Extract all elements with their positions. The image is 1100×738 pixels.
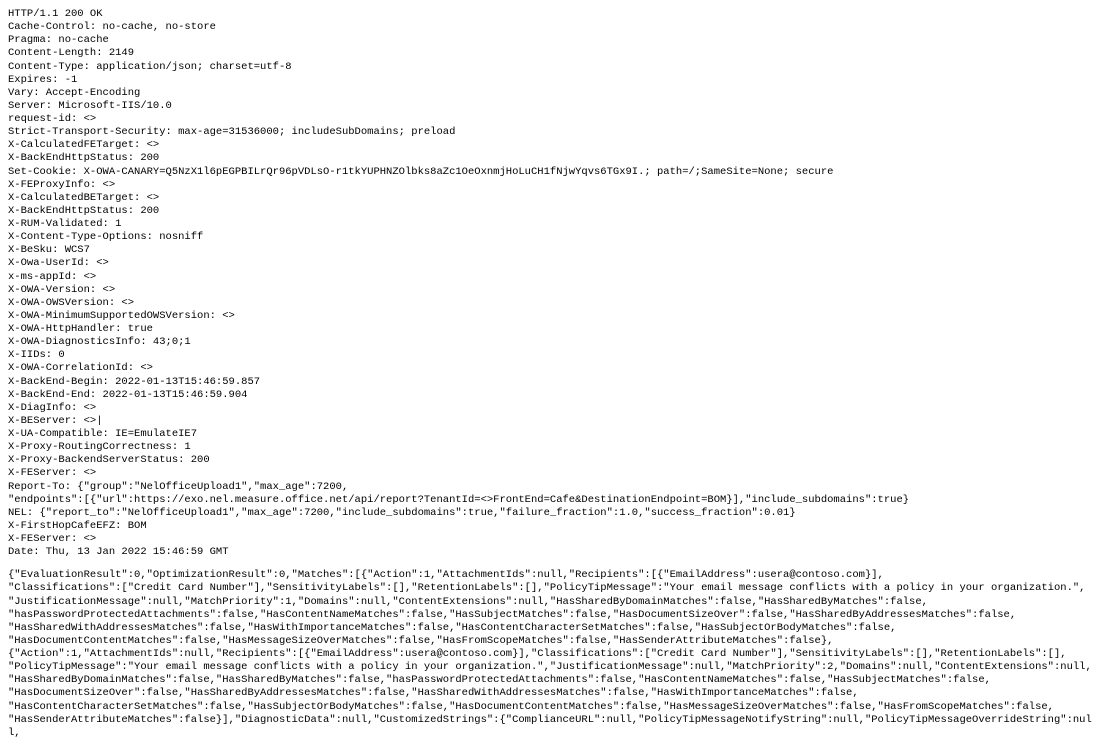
http-header-line: X-OWA-Version: <>	[8, 284, 1092, 297]
http-header-line: X-FirstHopCafeEFZ: BOM	[8, 520, 1092, 533]
http-header-line: X-Owa-UserId: <>	[8, 257, 1092, 270]
http-header-line: Content-Type: application/json; charset=…	[8, 61, 1092, 74]
http-header-line: "endpoints":[{"url":https://exo.nel.meas…	[8, 494, 1092, 507]
http-header-line: X-FEServer: <>	[8, 533, 1092, 546]
http-header-line: Content-Length: 2149	[8, 47, 1092, 60]
http-header-line: X-BackEnd-End: 2022-01-13T15:46:59.904	[8, 389, 1092, 402]
http-header-line: X-Proxy-BackendServerStatus: 200	[8, 454, 1092, 467]
http-header-line: X-OWA-OWSVersion: <>	[8, 297, 1092, 310]
http-header-line: Expires: -1	[8, 74, 1092, 87]
http-header-line: X-FEProxyInfo: <>	[8, 179, 1092, 192]
body-pre: {"EvaluationResult":0,"OptimizationResul…	[8, 569, 1092, 738]
http-header-line: X-OWA-DiagnosticsInfo: 43;0;1	[8, 336, 1092, 349]
http-header-line: X-FEServer: <>	[8, 467, 1092, 480]
http-header-line: Set-Cookie: X-OWA-CANARY=Q5NzX1l6pEGPBIL…	[8, 166, 1092, 179]
http-header-line: X-BackEndHttpStatus: 200	[8, 152, 1092, 165]
http-header-line: X-BackEnd-Begin: 2022-01-13T15:46:59.857	[8, 376, 1092, 389]
http-header-line: NEL: {"report_to":"NelOfficeUpload1","ma…	[8, 507, 1092, 520]
http-header-line: Strict-Transport-Security: max-age=31536…	[8, 126, 1092, 139]
http-headers-block: Cache-Control: no-cache, no-storePragma:…	[8, 21, 1092, 559]
http-header-line: Report-To: {"group":"NelOfficeUpload1","…	[8, 481, 1092, 494]
http-header-line: X-DiagInfo: <>	[8, 402, 1092, 415]
http-header-line: X-OWA-HttpHandler: true	[8, 323, 1092, 336]
http-header-line: X-CalculatedFETarget: <>	[8, 139, 1092, 152]
http-body-block: {"EvaluationResult":0,"OptimizationResul…	[8, 569, 1092, 738]
http-header-line: X-OWA-CorrelationId: <>	[8, 362, 1092, 375]
http-header-line: X-OWA-MinimumSupportedOWSVersion: <>	[8, 310, 1092, 323]
http-header-line: X-Proxy-RoutingCorrectness: 1	[8, 441, 1092, 454]
http-header-line: X-BackEndHttpStatus: 200	[8, 205, 1092, 218]
http-header-line: Vary: Accept-Encoding	[8, 87, 1092, 100]
status-line: HTTP/1.1 200 OK	[8, 8, 1092, 21]
http-header-line: X-UA-Compatible: IE=EmulateIE7	[8, 428, 1092, 441]
http-header-line: request-id: <>	[8, 113, 1092, 126]
http-header-line: x-ms-appId: <>	[8, 271, 1092, 284]
http-header-line: Pragma: no-cache	[8, 34, 1092, 47]
http-header-line: Date: Thu, 13 Jan 2022 15:46:59 GMT	[8, 546, 1092, 559]
http-header-line: X-BEServer: <>|	[8, 415, 1092, 428]
http-header-line: X-IIDs: 0	[8, 349, 1092, 362]
http-header-line: X-BeSku: WCS7	[8, 244, 1092, 257]
http-header-line: Server: Microsoft-IIS/10.0	[8, 100, 1092, 113]
http-header-line: Cache-Control: no-cache, no-store	[8, 21, 1092, 34]
http-header-line: X-CalculatedBETarget: <>	[8, 192, 1092, 205]
http-header-line: X-Content-Type-Options: nosniff	[8, 231, 1092, 244]
http-response-dump: HTTP/1.1 200 OK Cache-Control: no-cache,…	[0, 0, 1100, 738]
http-header-line: X-RUM-Validated: 1	[8, 218, 1092, 231]
